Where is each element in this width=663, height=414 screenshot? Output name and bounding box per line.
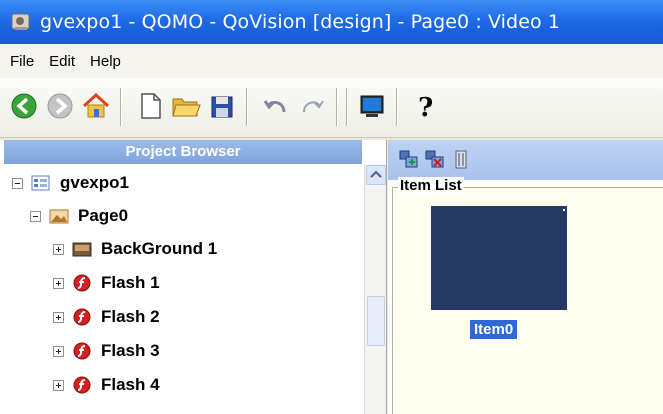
item-list-title: Item List [398,177,464,194]
thumbnail-marker [563,209,565,211]
menu-help[interactable]: Help [83,53,129,70]
tree-scrollbar[interactable] [364,164,386,414]
collapse-toggle[interactable] [30,210,41,222]
back-icon[interactable] [8,90,40,122]
toolbar-separator [346,88,348,126]
menu-bar: File Edit Help [0,44,663,78]
tree-node-label: BackGround 1 [101,239,218,258]
title-bar: gvexpo1 - QOMO - QoVision [design] - Pag… [0,0,663,44]
toolbar-separator [396,88,398,126]
delete-item-icon[interactable] [450,148,472,170]
window-title: gvexpo1 - QOMO - QoVision [design] - Pag… [40,11,561,33]
menu-file[interactable]: File [0,53,42,70]
item-label[interactable]: Item0 [470,320,518,339]
tree-node-label: Flash 3 [101,341,160,360]
save-icon[interactable] [206,90,238,122]
flash-icon [72,376,92,394]
toolbar-separator [336,88,338,126]
home-icon[interactable] [80,90,112,122]
flash-icon [72,308,92,326]
tree-node-label: Flash 4 [101,375,160,394]
forward-icon[interactable] [44,90,76,122]
tree-node-label: gvexpo1 [60,173,129,192]
menu-edit[interactable]: Edit [42,53,83,70]
collapse-toggle[interactable] [12,177,23,189]
page-icon [49,207,69,225]
tree-node-flash-1[interactable]: Flash 1 [53,268,160,298]
toolbar-separator [120,88,122,126]
tree-node-label: Flash 2 [101,307,160,326]
redo-icon[interactable] [296,90,328,122]
expand-toggle[interactable] [53,311,64,323]
flash-icon [72,274,92,292]
project-icon [31,174,51,192]
monitor-icon[interactable] [356,90,388,122]
item-list-pane: Item List Item0 [388,140,663,414]
add-item-icon[interactable] [398,148,420,170]
project-browser-header: Project Browser [4,140,362,164]
open-folder-icon[interactable] [170,90,202,122]
tree-node-page0[interactable]: Page0 [30,201,128,231]
expand-toggle[interactable] [53,345,64,357]
flash-icon [72,342,92,360]
chevron-up-icon [370,170,382,178]
undo-icon[interactable] [260,90,292,122]
tree-node-label: Flash 1 [101,273,160,292]
scroll-thumb[interactable] [367,296,385,346]
project-browser-pane: Project Browser gvexpo1 Page0 BackGround… [0,140,387,414]
svg-text:?: ? [418,93,433,122]
item-thumbnail[interactable] [431,206,567,310]
tree-node-flash-2[interactable]: Flash 2 [53,302,160,332]
tree-node-flash-4[interactable]: Flash 4 [53,370,160,400]
new-page-icon[interactable] [134,90,166,122]
background-icon [72,240,92,258]
toolbar-separator [246,88,248,126]
expand-toggle[interactable] [53,277,64,289]
tree-node-background-1[interactable]: BackGround 1 [53,234,217,264]
tree-node-gvexpo1[interactable]: gvexpo1 [12,168,129,198]
item-list-toolbar [388,140,663,180]
scroll-up-button[interactable] [366,165,386,185]
tree-node-flash-3[interactable]: Flash 3 [53,336,160,366]
remove-item-icon[interactable] [424,148,446,170]
expand-toggle[interactable] [53,243,64,255]
tree-node-label: Page0 [78,206,129,225]
app-icon[interactable] [10,11,32,33]
main-toolbar: ? [0,78,663,138]
expand-toggle[interactable] [53,379,64,391]
help-icon[interactable]: ? [408,90,440,123]
